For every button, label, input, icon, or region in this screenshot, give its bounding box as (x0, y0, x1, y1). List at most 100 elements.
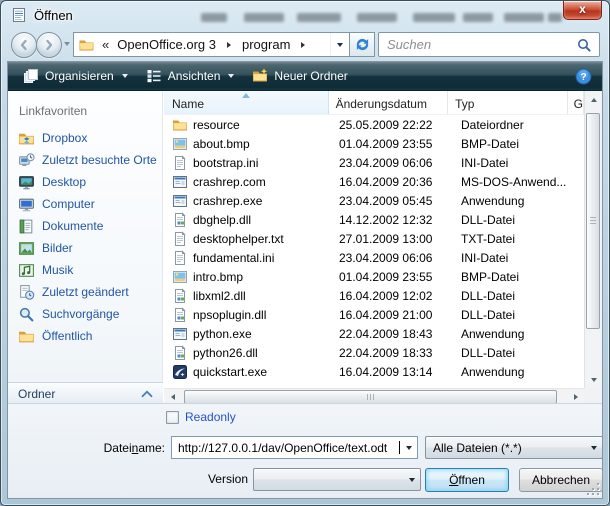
table-row[interactable]: about.bmp 01.04.2009 23:55 BMP-Datei (164, 134, 584, 153)
file-type-cell: INI-Datei (454, 251, 576, 265)
scroll-up-button[interactable] (585, 91, 602, 108)
titlebar[interactable]: Öffnen x (1, 1, 609, 30)
organize-button[interactable]: Organisieren (14, 65, 137, 88)
table-row[interactable]: dbghelp.dll 14.12.2002 12:32 DLL-Datei (164, 210, 584, 229)
sidebar-item-label: Computer (42, 197, 95, 211)
scroll-down-button[interactable] (585, 371, 602, 388)
column-header-size[interactable]: G (568, 91, 584, 114)
column-header-date[interactable]: Änderungsdatum (329, 91, 449, 114)
column-header-name[interactable]: Name (164, 91, 329, 114)
back-icon (16, 37, 32, 53)
search-input[interactable] (380, 34, 573, 55)
filename-value[interactable]: http://127.0.0.1/dav/OpenOffice/text.odt (172, 441, 399, 455)
quickstart-icon (172, 364, 188, 380)
help-icon[interactable]: ? (575, 68, 592, 85)
filename-dropdown-button[interactable] (400, 437, 417, 458)
folders-expander[interactable]: Ordner (8, 382, 163, 405)
table-row[interactable]: intro.bmp 01.04.2009 23:55 BMP-Datei (164, 267, 584, 286)
sidebar-item[interactable]: Öffentlich (8, 325, 162, 347)
open-button[interactable]: Öffnen (425, 468, 509, 492)
sidebar-item[interactable]: Suchvorgänge (8, 303, 162, 325)
version-dropdown-button[interactable] (403, 469, 420, 490)
back-button[interactable] (11, 32, 37, 58)
breadcrumb-separator-icon[interactable] (227, 42, 231, 48)
file-name: python26.dll (193, 346, 258, 360)
sidebar-item[interactable]: Bilder (8, 237, 162, 259)
table-row[interactable]: python26.dll 22.04.2009 18:33 DLL-Datei (164, 343, 584, 362)
file-name: dbghelp.dll (193, 213, 251, 227)
views-button[interactable]: Ansichten (137, 65, 244, 88)
file-date-cell: 23.04.2009 06:06 (332, 156, 454, 170)
readonly-checkbox[interactable] (166, 411, 179, 424)
table-row[interactable]: resource 25.05.2009 22:22 Dateiordner (164, 115, 584, 134)
svg-text:?: ? (580, 72, 586, 83)
file-name-cell: dbghelp.dll (164, 212, 332, 228)
file-name: resource (193, 118, 240, 132)
close-button[interactable]: x (563, 1, 602, 20)
horizontal-scroll-thumb[interactable] (184, 390, 557, 404)
vertical-scrollbar[interactable] (584, 91, 602, 388)
file-type-cell: MS-DOS-Anwend... (454, 175, 576, 189)
sidebar-item[interactable]: Dropbox (8, 127, 162, 149)
command-toolbar: Organisieren Ansichten Neuer Ordner ? (8, 62, 602, 91)
resize-grip[interactable] (587, 483, 599, 495)
filetype-dropdown-button[interactable] (585, 437, 602, 458)
filetype-combobox[interactable]: Alle Dateien (*.*) (425, 436, 603, 459)
new-folder-button[interactable]: Neuer Ordner (243, 65, 356, 88)
file-name: fundamental.ini (193, 251, 274, 265)
sidebar-item-label: Dropbox (42, 131, 87, 145)
sidebar-item[interactable]: Zuletzt geändert (8, 281, 162, 303)
sidebar-item-label: Suchvorgänge (42, 307, 119, 321)
sidebar-item[interactable]: Musik (8, 259, 162, 281)
refresh-icon (355, 37, 370, 52)
breadcrumb-collapsed[interactable]: « (102, 37, 109, 52)
sidebar-item[interactable]: Zuletzt besuchte Orte (8, 149, 162, 171)
table-row[interactable]: bootstrap.ini 23.04.2009 06:06 INI-Datei (164, 153, 584, 172)
table-row[interactable]: python.exe 22.04.2009 18:43 Anwendung (164, 324, 584, 343)
sidebar-item[interactable]: Desktop (8, 171, 162, 193)
breadcrumb-item[interactable]: program (239, 37, 293, 52)
sidebar-item-label: Bilder (42, 241, 73, 255)
table-row[interactable]: libxml2.dll 16.04.2009 12:02 DLL-Datei (164, 286, 584, 305)
sidebar-item-label: Zuletzt geändert (42, 285, 129, 299)
chevron-down-icon (122, 74, 128, 78)
table-row[interactable]: quickstart.exe 16.04.2009 13:14 Anwendun… (164, 362, 584, 381)
forward-icon (41, 37, 57, 53)
file-type-cell: DLL-Datei (454, 346, 576, 360)
search-icon (576, 37, 592, 53)
readonly-label[interactable]: Readonly (185, 410, 236, 424)
main-area: Linkfavoriten Dropbox Zuletzt besuchte O… (8, 91, 602, 405)
background-window-ghost (548, 13, 562, 22)
history-dropdown[interactable] (64, 42, 70, 46)
dialog-client-area: Organisieren Ansichten Neuer Ordner ? Li… (7, 61, 603, 499)
sidebar-item[interactable]: Dokumente (8, 215, 162, 237)
forward-button[interactable] (36, 32, 62, 58)
table-row[interactable]: npsoplugin.dll 16.04.2009 21:00 DLL-Date… (164, 305, 584, 324)
dll-file-icon (172, 345, 188, 361)
file-type-cell: Anwendung (454, 194, 576, 208)
desktop-icon (18, 174, 35, 191)
image-file-icon (172, 136, 188, 152)
table-row[interactable]: crashrep.com 16.04.2009 20:36 MS-DOS-Anw… (164, 172, 584, 191)
file-date-cell: 16.04.2009 20:36 (332, 175, 454, 189)
recent-places-icon (18, 152, 35, 169)
version-combobox[interactable] (253, 468, 421, 491)
filename-label: Dateiname: (8, 441, 165, 455)
address-dropdown[interactable] (330, 33, 349, 56)
favorites-pane: Linkfavoriten Dropbox Zuletzt besuchte O… (8, 91, 163, 405)
file-name-cell: resource (164, 117, 332, 133)
sidebar-item[interactable]: Computer (8, 193, 162, 215)
breadcrumb-item[interactable]: OpenOffice.org 3 (114, 37, 219, 52)
filename-combobox[interactable]: http://127.0.0.1/dav/OpenOffice/text.odt (171, 436, 418, 459)
breadcrumb-separator-icon[interactable] (301, 42, 305, 48)
column-header-type[interactable]: Typ (448, 91, 568, 114)
refresh-button[interactable] (350, 32, 375, 57)
sidebar-item-label: Zuletzt besuchte Orte (42, 153, 157, 167)
file-type-cell: BMP-Datei (454, 270, 576, 284)
table-row[interactable]: desktophelper.txt 27.01.2009 13:00 TXT-D… (164, 229, 584, 248)
file-name-cell: npsoplugin.dll (164, 307, 332, 323)
table-row[interactable]: crashrep.exe 23.04.2009 05:45 Anwendung (164, 191, 584, 210)
table-row[interactable]: fundamental.ini 23.04.2009 06:06 INI-Dat… (164, 248, 584, 267)
vertical-scroll-thumb[interactable] (586, 113, 600, 329)
breadcrumb[interactable]: « OpenOffice.org 3 program (73, 32, 350, 57)
